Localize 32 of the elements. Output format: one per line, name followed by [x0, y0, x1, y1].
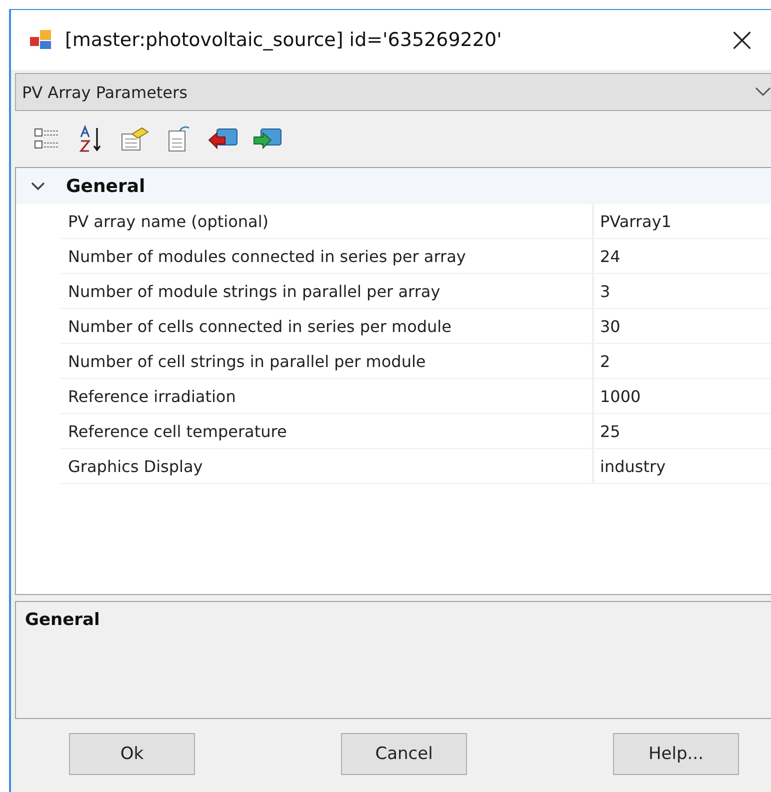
dialog-button[interactable]: Help...	[613, 733, 739, 775]
chevron-down-icon	[30, 181, 46, 191]
property-name: Graphics Display	[60, 449, 594, 483]
chevron-down-icon	[755, 87, 771, 97]
property-value[interactable]: 30	[594, 309, 771, 343]
property-value[interactable]: industry	[594, 449, 771, 483]
close-button[interactable]: ×	[717, 15, 767, 65]
description-title: General	[25, 610, 100, 630]
property-value[interactable]: PVarray1	[594, 204, 771, 238]
property-value[interactable]: 25	[594, 414, 771, 448]
property-name: Reference cell temperature	[60, 414, 594, 448]
group-title: General	[66, 176, 146, 196]
document-icon	[166, 125, 192, 153]
property-name: PV array name (optional)	[60, 204, 594, 238]
window-title: [master:photovoltaic_source] id='635269220'	[65, 29, 503, 51]
property-value[interactable]: 2	[594, 344, 771, 378]
property-name: Reference irradiation	[60, 379, 594, 413]
dialog-button[interactable]: Cancel	[341, 733, 467, 775]
property-value[interactable]: 3	[594, 274, 771, 308]
property-name: Number of module strings in parallel per array	[60, 274, 594, 308]
app-icon	[29, 28, 53, 52]
forward-arrow-icon	[251, 126, 283, 152]
property-name: Number of cell strings in parallel per module	[60, 344, 594, 378]
back-arrow-icon	[207, 126, 239, 152]
category-dropdown[interactable]: PV Array Parameters	[15, 73, 771, 111]
dialog-button[interactable]: Ok	[69, 733, 195, 775]
property-name: Number of cells connected in series per module	[60, 309, 594, 343]
property-pages-icon	[120, 126, 150, 152]
dropdown-value: PV Array Parameters	[22, 82, 188, 102]
property-value[interactable]: 1000	[594, 379, 771, 413]
property-name: Number of modules connected in series per array	[60, 239, 594, 273]
property-value[interactable]: 24	[594, 239, 771, 273]
